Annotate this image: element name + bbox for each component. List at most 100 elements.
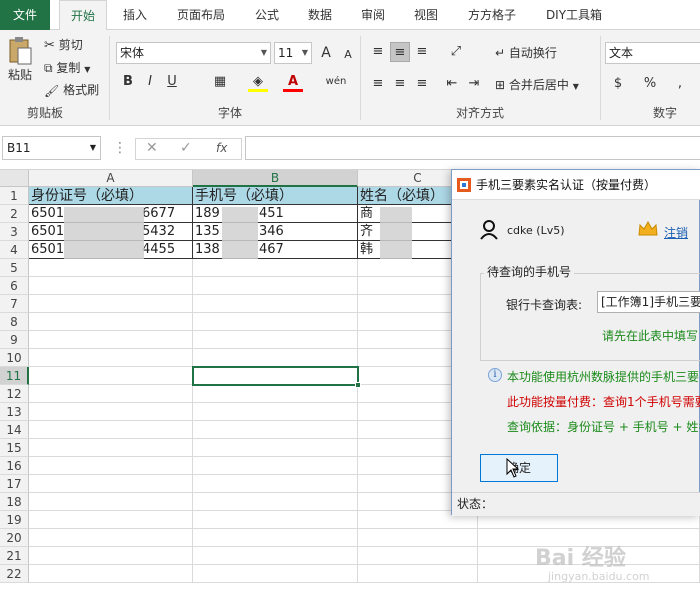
grid-cell[interactable]: [29, 547, 193, 565]
grid-cell[interactable]: [193, 277, 358, 295]
row-header[interactable]: 7: [0, 295, 29, 313]
grid-cell[interactable]: [29, 277, 193, 295]
header-cell-id[interactable]: 身份证号（必填）: [29, 187, 193, 205]
grid-cell[interactable]: [193, 547, 358, 565]
table-row-cell[interactable]: 135 346: [193, 223, 358, 241]
grid-cell[interactable]: [29, 511, 193, 529]
header-cell-phone[interactable]: 手机号（必填）: [193, 187, 358, 205]
align-middle-button[interactable]: ≡: [390, 42, 410, 62]
comma-button[interactable]: ,: [670, 74, 690, 94]
row-header[interactable]: 2: [0, 205, 29, 223]
tab-review[interactable]: 审阅: [350, 0, 396, 30]
grid-cell[interactable]: [29, 475, 193, 493]
grid-cell[interactable]: [29, 439, 193, 457]
grid-cell[interactable]: [193, 493, 358, 511]
grid-cell[interactable]: [193, 331, 358, 349]
grid-cell[interactable]: [29, 457, 193, 475]
grid-cell[interactable]: [193, 259, 358, 277]
grid-cell[interactable]: [193, 511, 358, 529]
tab-data[interactable]: 数据: [297, 0, 343, 30]
format-painter-button[interactable]: 🖌 格式刷: [44, 81, 99, 98]
formula-input[interactable]: [245, 136, 700, 160]
grid-cell[interactable]: [29, 493, 193, 511]
grid-cell[interactable]: [193, 457, 358, 475]
row-header[interactable]: 21: [0, 547, 29, 565]
grid-cell[interactable]: [193, 475, 358, 493]
grid-cell[interactable]: [29, 331, 193, 349]
align-right-button[interactable]: ≡: [412, 74, 432, 94]
grid-cell[interactable]: [358, 529, 478, 547]
borders-button[interactable]: ▦: [210, 72, 230, 92]
percent-button[interactable]: %: [640, 74, 660, 94]
row-header[interactable]: 9: [0, 331, 29, 349]
phonetic-button[interactable]: wén: [324, 72, 348, 92]
align-bottom-button[interactable]: ≡: [412, 42, 432, 62]
grid-cell[interactable]: [29, 295, 193, 313]
grid-cell[interactable]: [193, 313, 358, 331]
tab-diy-toolbox[interactable]: DIY工具箱: [534, 0, 614, 30]
grid-cell[interactable]: [193, 403, 358, 421]
currency-button[interactable]: $: [608, 74, 628, 94]
column-header-b[interactable]: B: [193, 170, 358, 187]
grid-cell[interactable]: [193, 385, 358, 403]
grid-cell[interactable]: [358, 565, 478, 583]
align-top-button[interactable]: ≡: [368, 42, 388, 62]
tab-file[interactable]: 文件: [0, 0, 50, 30]
grid-cell[interactable]: [193, 565, 358, 583]
row-header[interactable]: 17: [0, 475, 29, 493]
name-box[interactable]: B11 ▼: [2, 136, 101, 160]
row-header[interactable]: 18: [0, 493, 29, 511]
grow-font-button[interactable]: A: [316, 43, 336, 63]
row-header[interactable]: 1: [0, 187, 29, 205]
align-center-button[interactable]: ≡: [390, 74, 410, 94]
grid-cell[interactable]: [193, 295, 358, 313]
active-cell[interactable]: [192, 366, 359, 386]
logout-link[interactable]: 注销: [664, 224, 688, 241]
grid-cell[interactable]: [29, 367, 193, 385]
italic-button[interactable]: I: [140, 72, 160, 92]
row-header[interactable]: 15: [0, 439, 29, 457]
grid-cell[interactable]: [193, 529, 358, 547]
copy-button[interactable]: ⧉ 复制 ▼: [44, 59, 90, 76]
grid-cell[interactable]: [358, 547, 478, 565]
orientation-button[interactable]: ⤢: [446, 42, 466, 62]
tab-fangfang[interactable]: 方方格子: [458, 0, 526, 30]
grid-cell[interactable]: [193, 439, 358, 457]
shrink-font-button[interactable]: A: [338, 45, 358, 65]
grid-cell[interactable]: [29, 259, 193, 277]
row-header[interactable]: 6: [0, 277, 29, 295]
row-header[interactable]: 16: [0, 457, 29, 475]
tab-insert[interactable]: 插入: [112, 0, 158, 30]
grid-cell[interactable]: [29, 313, 193, 331]
underline-button[interactable]: U: [162, 72, 182, 92]
tab-home[interactable]: 开始: [59, 0, 107, 31]
row-header[interactable]: 8: [0, 313, 29, 331]
wrap-text-button[interactable]: ↵ 自动换行: [495, 44, 557, 61]
tab-page-layout[interactable]: 页面布局: [166, 0, 236, 30]
fill-handle[interactable]: [355, 382, 361, 388]
row-header[interactable]: 5: [0, 259, 29, 277]
row-header[interactable]: 10: [0, 349, 29, 367]
merge-center-button[interactable]: ⊞ 合并后居中 ▼: [495, 76, 579, 93]
row-header[interactable]: 22: [0, 565, 29, 583]
bold-button[interactable]: B: [118, 72, 138, 92]
row-header[interactable]: 20: [0, 529, 29, 547]
fill-color-button[interactable]: ◈: [248, 72, 268, 92]
cut-button[interactable]: ✂ 剪切: [44, 36, 83, 53]
align-left-button[interactable]: ≡: [368, 74, 388, 94]
row-header[interactable]: 12: [0, 385, 29, 403]
row-header[interactable]: 4: [0, 241, 29, 259]
table-row-cell[interactable]: 138 467: [193, 241, 358, 259]
grid-cell[interactable]: [29, 349, 193, 367]
table-row-cell[interactable]: 189 451: [193, 205, 358, 223]
number-format-select[interactable]: 文本: [605, 42, 700, 64]
row-header[interactable]: 19: [0, 511, 29, 529]
dialog-title-bar[interactable]: 手机三要素实名认证（按量付费）: [452, 170, 700, 200]
enter-icon[interactable]: ✓: [180, 140, 192, 156]
row-header[interactable]: 13: [0, 403, 29, 421]
cancel-icon[interactable]: ✕: [146, 140, 158, 156]
increase-indent-button[interactable]: ⇥: [464, 74, 484, 94]
tab-view[interactable]: 视图: [403, 0, 449, 30]
grid-cell[interactable]: [193, 421, 358, 439]
row-header[interactable]: 11: [0, 367, 29, 385]
